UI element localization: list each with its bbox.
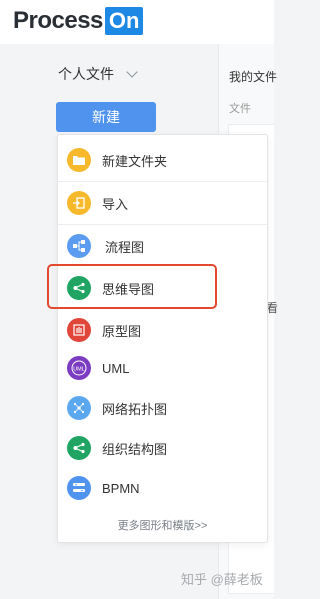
menu-item-bpmn[interactable]: BPMN bbox=[58, 470, 267, 506]
menu-item-label: 网络拓扑图 bbox=[102, 401, 168, 417]
menu-item-new-folder[interactable]: 新建文件夹 bbox=[58, 142, 267, 178]
menu-item-org-chart[interactable]: 组织结构图 bbox=[58, 430, 267, 466]
menu-item-label: 新建文件夹 bbox=[102, 153, 168, 169]
menu-item-network-topology[interactable]: 网络拓扑图 bbox=[58, 390, 267, 426]
prototype-icon bbox=[67, 318, 91, 342]
menu-item-uml[interactable]: UML UML bbox=[58, 350, 267, 386]
personal-files-dropdown[interactable]: 个人文件 bbox=[58, 64, 138, 84]
menu-item-label: BPMN bbox=[102, 480, 140, 496]
chevron-down-icon bbox=[126, 66, 138, 78]
personal-files-label: 个人文件 bbox=[58, 66, 114, 82]
top-bar: Process On bbox=[0, 0, 274, 44]
menu-item-label: 原型图 bbox=[102, 323, 142, 339]
bpmn-icon bbox=[67, 476, 91, 500]
menu-divider bbox=[58, 181, 267, 182]
highlight-box bbox=[47, 264, 217, 309]
logo-box-text: On bbox=[104, 7, 144, 35]
menu-item-label: 流程图 bbox=[105, 239, 145, 255]
my-files-title: 我的文件 bbox=[229, 70, 278, 84]
import-icon bbox=[67, 191, 91, 215]
flowchart-icon bbox=[67, 234, 91, 258]
zhihu-watermark: 知乎 @薛老板 bbox=[181, 572, 263, 587]
logo-text: Process bbox=[13, 7, 103, 34]
menu-item-import[interactable]: 导入 bbox=[58, 185, 267, 221]
folder-icon bbox=[67, 148, 91, 172]
uml-icon: UML bbox=[67, 356, 91, 380]
network-topology-icon bbox=[67, 396, 91, 420]
menu-item-label: 导入 bbox=[102, 196, 129, 212]
svg-text:UML: UML bbox=[73, 367, 85, 373]
more-shapes-templates-link[interactable]: 更多图形和模版>> bbox=[58, 517, 267, 533]
new-menu: 新建文件夹 导入 流程图 思维导图 原型图 UML UML 网络拓扑图 组织结构… bbox=[57, 134, 268, 543]
new-button[interactable]: 新建 bbox=[56, 102, 156, 132]
menu-item-label: UML bbox=[102, 360, 130, 376]
files-column-header: 文件 bbox=[229, 103, 251, 115]
menu-item-flowchart[interactable]: 流程图 bbox=[58, 228, 267, 264]
menu-item-prototype[interactable]: 原型图 bbox=[58, 312, 267, 348]
menu-divider bbox=[58, 224, 267, 225]
org-chart-icon bbox=[67, 436, 91, 460]
menu-item-label: 组织结构图 bbox=[102, 441, 168, 457]
processon-logo[interactable]: Process On bbox=[13, 7, 144, 35]
